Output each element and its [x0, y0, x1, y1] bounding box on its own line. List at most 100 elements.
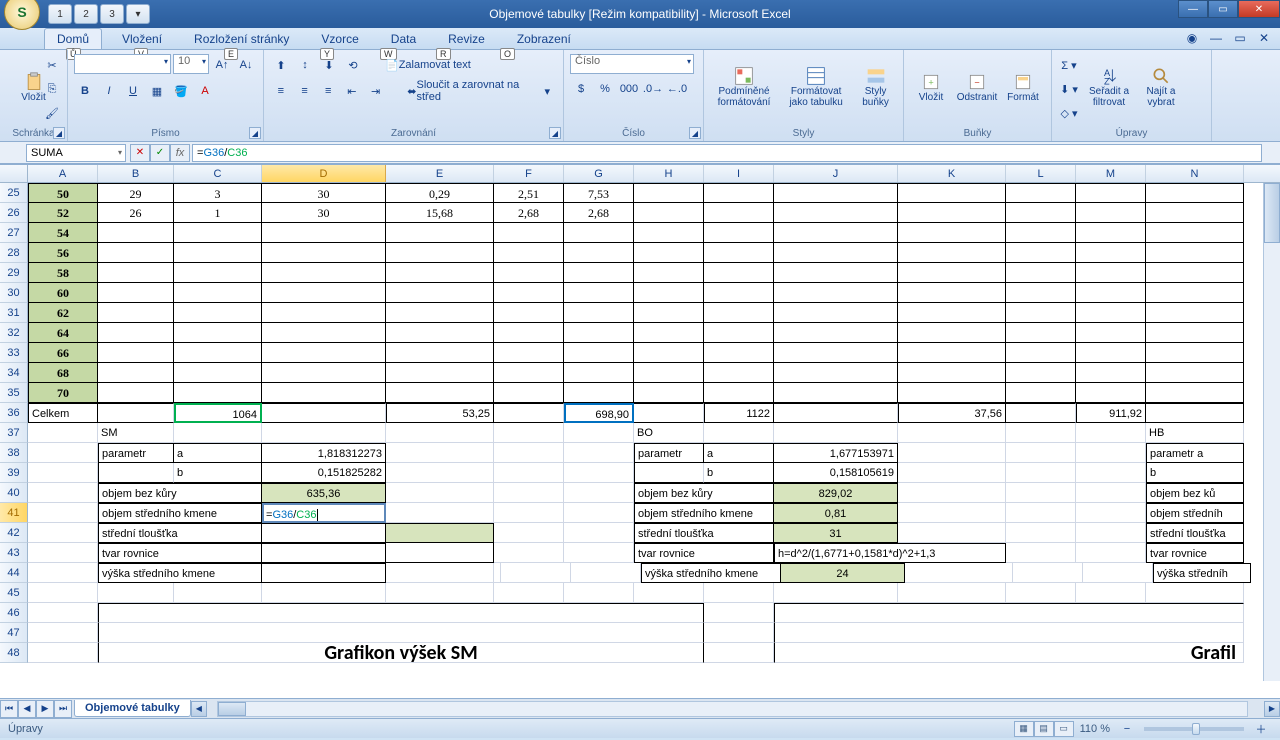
cell[interactable] — [1006, 183, 1076, 203]
zoom-slider[interactable] — [1144, 727, 1244, 731]
cell[interactable] — [501, 563, 571, 583]
cell[interactable] — [1076, 243, 1146, 263]
cell[interactable] — [1013, 563, 1083, 583]
col-header-B[interactable]: B — [98, 165, 174, 182]
cell[interactable]: Grafil — [774, 643, 1244, 663]
vscroll-thumb[interactable] — [1264, 183, 1280, 243]
cell[interactable] — [386, 243, 494, 263]
cell[interactable]: 54 — [28, 223, 98, 243]
cell[interactable]: 15,68 — [386, 203, 494, 223]
tab-view[interactable]: Zobrazení — [505, 29, 583, 49]
cell[interactable] — [174, 583, 262, 603]
cell[interactable] — [1006, 343, 1076, 363]
cell[interactable]: a — [704, 443, 774, 463]
cell[interactable] — [28, 443, 98, 463]
cell[interactable]: parametr a — [1146, 443, 1244, 463]
cell[interactable] — [1076, 223, 1146, 243]
find-select-button[interactable]: Najít a vybrat — [1138, 54, 1184, 120]
cell[interactable] — [774, 303, 898, 323]
cell[interactable]: objem bez kůry — [98, 483, 262, 503]
col-header-C[interactable]: C — [174, 165, 262, 182]
sheet-last-button[interactable]: ⏭ — [54, 700, 72, 718]
cell[interactable]: objem středního kmene — [634, 503, 774, 523]
cell[interactable]: BO — [634, 423, 704, 443]
align-top-button[interactable]: ⬆ — [270, 54, 292, 76]
cell[interactable] — [494, 483, 564, 503]
cell[interactable] — [634, 383, 704, 403]
cell[interactable] — [1076, 323, 1146, 343]
cell[interactable] — [564, 343, 634, 363]
cell[interactable] — [1006, 483, 1076, 503]
cell[interactable] — [494, 383, 564, 403]
zoom-thumb[interactable] — [1192, 723, 1200, 735]
view-normal-button[interactable]: ▦ — [1014, 721, 1034, 737]
cell[interactable]: výška středníh — [1153, 563, 1251, 583]
cell[interactable]: tvar rovnice — [634, 543, 774, 563]
cell[interactable] — [1146, 583, 1244, 603]
cell[interactable]: 68 — [28, 363, 98, 383]
sort-filter-button[interactable]: AZ Seřadit a filtrovat — [1084, 54, 1134, 120]
cell[interactable]: 1,818312273 — [262, 443, 386, 463]
cell[interactable] — [774, 403, 898, 423]
cell[interactable] — [494, 323, 564, 343]
cell[interactable] — [1146, 303, 1244, 323]
cell[interactable] — [634, 403, 704, 423]
bold-button[interactable]: B — [74, 80, 96, 102]
cell[interactable] — [704, 423, 774, 443]
cell[interactable]: tvar rovnice — [1146, 543, 1244, 563]
dec-decimal-button[interactable]: ←.0 — [666, 78, 688, 100]
currency-button[interactable]: $ — [570, 78, 592, 100]
row-header[interactable]: 33 — [0, 343, 28, 363]
cell[interactable]: 53,25 — [386, 403, 494, 423]
align-right-button[interactable]: ≡ — [317, 80, 339, 102]
row-header[interactable]: 34 — [0, 363, 28, 383]
inc-decimal-button[interactable]: .0→ — [642, 78, 664, 100]
cell[interactable] — [98, 303, 174, 323]
cell[interactable]: h=d^2/(1,6771+0,1581*d)^2+1,3 — [774, 543, 1006, 563]
row-header[interactable]: 38 — [0, 443, 28, 463]
cell[interactable]: 30 — [262, 183, 386, 203]
cell[interactable] — [262, 403, 386, 423]
font-size-combo[interactable]: 10 — [173, 54, 209, 74]
cell[interactable] — [98, 243, 174, 263]
qat-dropdown[interactable]: ▾ — [126, 4, 150, 24]
cell[interactable] — [1076, 363, 1146, 383]
cell[interactable] — [1083, 563, 1153, 583]
cell[interactable]: 64 — [28, 323, 98, 343]
font-name-combo[interactable] — [74, 54, 171, 74]
cell[interactable] — [1076, 503, 1146, 523]
row-header[interactable]: 47 — [0, 623, 28, 643]
align-bottom-button[interactable]: ⬇ — [318, 54, 340, 76]
cell[interactable]: =G36/C36 — [262, 503, 386, 523]
cell[interactable] — [704, 623, 774, 643]
cell[interactable] — [905, 563, 1013, 583]
cell[interactable] — [634, 463, 704, 483]
row-header[interactable]: 37 — [0, 423, 28, 443]
cell[interactable] — [28, 643, 98, 663]
col-header-K[interactable]: K — [898, 165, 1006, 182]
cell[interactable] — [28, 483, 98, 503]
name-box[interactable]: SUMA — [26, 144, 126, 162]
cell[interactable] — [262, 543, 386, 563]
cell[interactable] — [1076, 483, 1146, 503]
cell[interactable] — [704, 323, 774, 343]
cell[interactable]: a — [174, 443, 262, 463]
cell[interactable] — [174, 263, 262, 283]
number-format-combo[interactable]: Číslo — [570, 54, 694, 74]
zoom-in-button[interactable]: ＋ — [1250, 718, 1272, 740]
cell[interactable]: 1 — [174, 203, 262, 223]
cell[interactable] — [386, 343, 494, 363]
underline-button[interactable]: U — [122, 80, 144, 102]
sheet-prev-button[interactable]: ◀ — [18, 700, 36, 718]
cell[interactable] — [564, 223, 634, 243]
cell[interactable] — [494, 463, 564, 483]
col-header-N[interactable]: N — [1146, 165, 1244, 182]
cell[interactable] — [1076, 263, 1146, 283]
cell[interactable] — [1006, 583, 1076, 603]
cell[interactable]: výška středního kmene — [98, 563, 262, 583]
cell[interactable] — [98, 283, 174, 303]
cell[interactable]: 56 — [28, 243, 98, 263]
row-header[interactable]: 29 — [0, 263, 28, 283]
cell[interactable] — [494, 503, 564, 523]
cell[interactable] — [98, 463, 174, 483]
